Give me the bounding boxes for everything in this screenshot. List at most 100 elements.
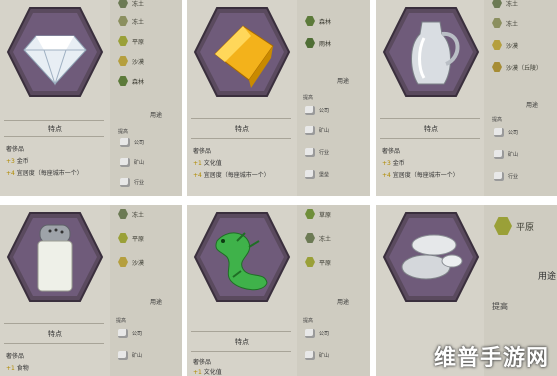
building-item: 行业 (494, 172, 518, 181)
diamond-resource-icon (6, 7, 104, 97)
hex-terrain-icon (118, 233, 128, 243)
hex-terrain-icon (494, 217, 512, 235)
yield-line: +4 宜居度（每座城市一个） (6, 170, 83, 177)
yield-line: +1 文化值 (193, 369, 222, 376)
divider (4, 323, 104, 324)
feature-title: 特点 (424, 125, 438, 133)
building-item: 公司 (118, 329, 142, 338)
terrain-item: 森林 (305, 16, 331, 26)
divider (191, 138, 291, 139)
terrain-item: 沙漠 (492, 40, 518, 50)
usage-title: 用途 (538, 272, 557, 282)
building-item: 矿山 (118, 351, 142, 360)
building-item: 矿山 (494, 150, 518, 159)
yield-line: +1 食物 (6, 365, 29, 372)
yield-line: +1 文化值 (193, 160, 222, 167)
luxury-label: 奢侈品 (193, 359, 212, 366)
luxury-label: 奢侈品 (6, 353, 25, 360)
terrain-item: 冻土 (118, 0, 144, 8)
building-icon (494, 128, 504, 137)
building-icon (120, 158, 130, 167)
building-item: 行业 (305, 148, 329, 157)
feature-title: 特点 (235, 125, 249, 133)
building-icon (494, 150, 504, 159)
terrain-item: 雨林 (305, 38, 331, 48)
hex-terrain-icon (305, 233, 315, 243)
yield-line: +3 金币 (382, 160, 405, 167)
hex-terrain-icon (305, 38, 315, 48)
usage-title: 用途 (337, 299, 350, 306)
usage-title: 用途 (337, 78, 350, 85)
building-item: 公司 (305, 106, 329, 115)
divider (191, 331, 291, 332)
usage-title: 用途 (526, 102, 539, 109)
hex-terrain-icon (118, 56, 128, 66)
hex-terrain-icon (492, 18, 502, 28)
terrain-item: 冻土 (118, 16, 144, 26)
divider (380, 138, 480, 139)
building-item: 公司 (494, 128, 518, 137)
building-icon (305, 329, 315, 338)
hex-terrain-icon (305, 16, 315, 26)
hex-terrain-icon (305, 257, 315, 267)
building-icon (305, 126, 315, 135)
hex-terrain-icon (118, 16, 128, 26)
terrain-item: 草原 (305, 209, 331, 219)
salt-shaker-resource-icon (6, 212, 104, 302)
feature-title: 特点 (235, 338, 249, 346)
building-icon (118, 329, 128, 338)
building-icon (305, 170, 315, 179)
section-title: 提高 (303, 95, 314, 101)
terrain-item: 平原 (494, 217, 534, 235)
hex-terrain-icon (118, 76, 128, 86)
usage-title: 用途 (150, 112, 163, 119)
resource-card-salt: 冻土 平原 沙漠 用途 提高 公司 矿山 特点 奢侈品 +1 食物 (0, 205, 182, 376)
terrain-item: 平原 (118, 36, 144, 46)
building-item: 行业 (120, 178, 144, 187)
building-icon (305, 106, 315, 115)
divider (4, 343, 104, 344)
terrain-item: 沙漠 (118, 257, 144, 267)
terrain-item: 冻土 (492, 0, 518, 8)
section-title: 提高 (492, 302, 508, 311)
divider (380, 118, 480, 119)
feature-title: 特点 (48, 330, 62, 338)
divider (191, 118, 291, 119)
hex-terrain-icon (492, 62, 502, 72)
resource-card-gold: 森林 雨林 用途 提高 公司 矿山 行业 堡垒 特点 奢侈品 +1 文化值 +4… (187, 0, 370, 196)
yield-line: +4 宜居度（每座城市一个） (193, 172, 270, 179)
building-icon (120, 178, 130, 187)
building-item: 公司 (120, 138, 144, 147)
hex-terrain-icon (118, 36, 128, 46)
building-item: 矿山 (305, 351, 329, 360)
divider (191, 351, 291, 352)
building-icon (305, 351, 315, 360)
terrain-item: 冻土 (118, 209, 144, 219)
building-icon (305, 148, 315, 157)
section-title: 提高 (303, 318, 314, 324)
terrain-item: 森林 (118, 76, 144, 86)
terrain-item: 平原 (118, 233, 144, 243)
usage-title: 用途 (150, 299, 163, 306)
building-icon (118, 351, 128, 360)
building-item: 矿山 (305, 126, 329, 135)
section-title: 提高 (492, 117, 503, 123)
jade-dragon-resource-icon (193, 212, 291, 302)
building-icon (120, 138, 130, 147)
resource-card-jug: 冻土 冻土 沙漠 沙漠（丘陵） 用途 提高 公司 矿山 行业 特点 奢侈品 +3… (376, 0, 557, 196)
terrain-item: 沙漠 (118, 56, 144, 66)
divider (4, 136, 104, 137)
terrain-item: 冻土 (492, 18, 518, 28)
feature-title: 特点 (48, 125, 62, 133)
resource-card-jade: 草原 冻土 平原 用途 提高 公司 矿山 特点 奢侈品 +1 文化值 (187, 205, 370, 376)
hex-terrain-icon (118, 209, 128, 219)
section-title: 提高 (118, 129, 129, 135)
terrain-item: 冻土 (305, 233, 331, 243)
hex-terrain-icon (492, 40, 502, 50)
hex-terrain-icon (305, 209, 315, 219)
yield-line: +4 宜居度（每座城市一个） (382, 172, 459, 179)
building-item: 矿山 (120, 158, 144, 167)
terrain-item: 平原 (305, 257, 331, 267)
building-item: 堡垒 (305, 170, 329, 179)
hex-terrain-icon (492, 0, 502, 8)
